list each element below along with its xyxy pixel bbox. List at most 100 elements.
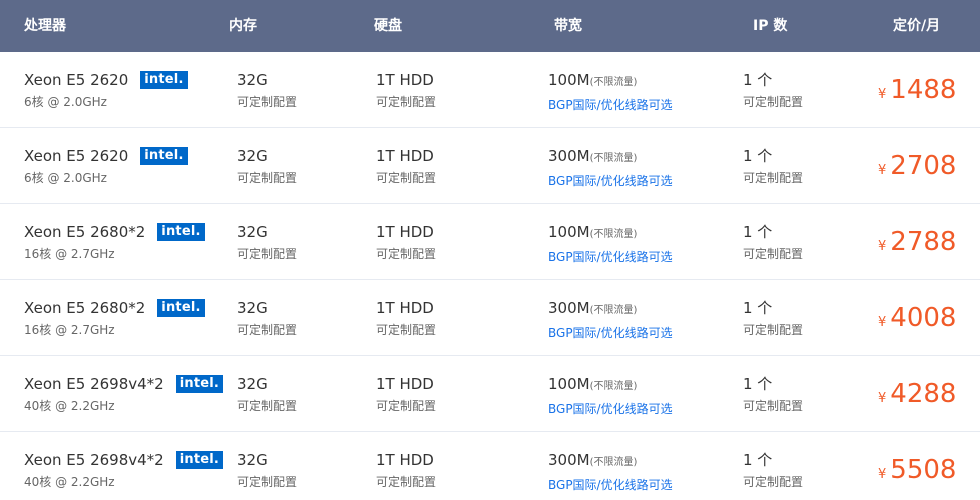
disk-value: 1T HDD (376, 451, 434, 469)
table-header: 处理器 内存 硬盘 带宽 IP 数 定价/月 (0, 0, 980, 52)
table-body: Xeon E5 2620 intel. 6核 @ 2.0GHz 32G 可定制配… (0, 52, 980, 500)
bandwidth-cell: 300M(不限流量) BGP国际/优化线路可选 (548, 450, 673, 494)
ip-value: 1 个 (743, 451, 773, 469)
ip-cell: 1 个 可定制配置 (743, 450, 803, 491)
memory-note: 可定制配置 (237, 475, 298, 489)
currency-symbol: ¥ (878, 315, 887, 330)
currency-symbol: ¥ (878, 239, 887, 254)
server-pricing-table: 处理器 内存 硬盘 带宽 IP 数 定价/月 Xeon E5 2620 inte… (0, 0, 980, 500)
price-cell: ¥ 1488 (878, 72, 956, 108)
cpu-cell: Xeon E5 2698v4*2 intel. 40核 @ 2.2GHz (24, 374, 224, 415)
cpu-model: Xeon E5 2620 (24, 147, 129, 165)
ip-value: 1 个 (743, 375, 773, 393)
disk-note: 可定制配置 (376, 323, 437, 337)
cpu-model: Xeon E5 2620 (24, 71, 129, 89)
header-disk: 硬盘 (374, 18, 402, 34)
bandwidth-value: 300M (548, 299, 590, 317)
disk-value: 1T HDD (376, 147, 434, 165)
memory-note: 可定制配置 (237, 399, 298, 413)
bandwidth-option-link[interactable]: BGP国际/优化线路可选 (548, 96, 673, 114)
bandwidth-option-link[interactable]: BGP国际/优化线路可选 (548, 400, 673, 418)
price-cell: ¥ 2788 (878, 224, 956, 260)
currency-symbol: ¥ (878, 391, 887, 406)
ip-cell: 1 个 可定制配置 (743, 298, 803, 339)
bandwidth-option-link[interactable]: BGP国际/优化线路可选 (548, 476, 673, 494)
intel-logo-icon: intel. (157, 299, 205, 317)
memory-cell: 32G 可定制配置 (237, 222, 297, 263)
memory-note: 可定制配置 (237, 95, 298, 109)
header-bandwidth: 带宽 (554, 18, 582, 34)
bandwidth-value: 100M (548, 223, 590, 241)
intel-logo-icon: intel. (157, 223, 205, 241)
bandwidth-option-link[interactable]: BGP国际/优化线路可选 (548, 172, 673, 190)
disk-note: 可定制配置 (376, 95, 437, 109)
memory-value: 32G (237, 299, 268, 317)
table-row[interactable]: Xeon E5 2680*2 intel. 16核 @ 2.7GHz 32G 可… (0, 204, 980, 280)
bandwidth-note: (不限流量) (589, 457, 638, 468)
bandwidth-note: (不限流量) (589, 153, 638, 164)
intel-logo-icon: intel. (140, 71, 188, 89)
cpu-cell: Xeon E5 2680*2 intel. 16核 @ 2.7GHz (24, 298, 205, 339)
cpu-cores: 40核 @ 2.2GHz (24, 475, 115, 489)
table-row[interactable]: Xeon E5 2620 intel. 6核 @ 2.0GHz 32G 可定制配… (0, 128, 980, 204)
bandwidth-value: 300M (548, 147, 590, 165)
table-row[interactable]: Xeon E5 2680*2 intel. 16核 @ 2.7GHz 32G 可… (0, 280, 980, 356)
bandwidth-cell: 300M(不限流量) BGP国际/优化线路可选 (548, 298, 673, 342)
bandwidth-value: 100M (548, 375, 590, 393)
ip-cell: 1 个 可定制配置 (743, 146, 803, 187)
ip-note: 可定制配置 (743, 247, 804, 261)
bandwidth-option-link[interactable]: BGP国际/优化线路可选 (548, 324, 673, 342)
cpu-cores: 16核 @ 2.7GHz (24, 247, 115, 261)
price-value: 4008 (890, 303, 957, 333)
price-value: 1488 (890, 75, 957, 105)
cpu-cell: Xeon E5 2620 intel. 6核 @ 2.0GHz (24, 146, 188, 187)
ip-note: 可定制配置 (743, 95, 804, 109)
bandwidth-note: (不限流量) (589, 77, 638, 88)
bandwidth-note: (不限流量) (589, 305, 638, 316)
header-cpu: 处理器 (24, 18, 66, 34)
memory-value: 32G (237, 451, 268, 469)
bandwidth-cell: 100M(不限流量) BGP国际/优化线路可选 (548, 70, 673, 114)
memory-cell: 32G 可定制配置 (237, 374, 297, 415)
bandwidth-cell: 100M(不限流量) BGP国际/优化线路可选 (548, 374, 673, 418)
currency-symbol: ¥ (878, 163, 887, 178)
table-row[interactable]: Xeon E5 2698v4*2 intel. 40核 @ 2.2GHz 32G… (0, 356, 980, 432)
disk-cell: 1T HDD 可定制配置 (376, 70, 436, 111)
price-value: 5508 (890, 455, 957, 485)
cpu-model: Xeon E5 2680*2 (24, 223, 146, 241)
cpu-model: Xeon E5 2698v4*2 (24, 451, 164, 469)
ip-note: 可定制配置 (743, 323, 804, 337)
table-row[interactable]: Xeon E5 2698v4*2 intel. 40核 @ 2.2GHz 32G… (0, 432, 980, 500)
memory-note: 可定制配置 (237, 323, 298, 337)
header-price: 定价/月 (893, 18, 941, 34)
disk-note: 可定制配置 (376, 475, 437, 489)
ip-cell: 1 个 可定制配置 (743, 70, 803, 111)
bandwidth-note: (不限流量) (589, 381, 638, 392)
price-cell: ¥ 2708 (878, 148, 956, 184)
ip-note: 可定制配置 (743, 171, 804, 185)
price-value: 4288 (890, 379, 957, 409)
header-memory: 内存 (229, 18, 257, 34)
cpu-cores: 6核 @ 2.0GHz (24, 171, 107, 185)
price-value: 2788 (890, 227, 957, 257)
ip-value: 1 个 (743, 71, 773, 89)
disk-value: 1T HDD (376, 375, 434, 393)
disk-value: 1T HDD (376, 223, 434, 241)
bandwidth-cell: 300M(不限流量) BGP国际/优化线路可选 (548, 146, 673, 190)
disk-cell: 1T HDD 可定制配置 (376, 450, 436, 491)
table-row[interactable]: Xeon E5 2620 intel. 6核 @ 2.0GHz 32G 可定制配… (0, 52, 980, 128)
price-value: 2708 (890, 151, 957, 181)
bandwidth-option-link[interactable]: BGP国际/优化线路可选 (548, 248, 673, 266)
disk-cell: 1T HDD 可定制配置 (376, 146, 436, 187)
cpu-cores: 16核 @ 2.7GHz (24, 323, 115, 337)
price-cell: ¥ 4008 (878, 300, 956, 336)
intel-logo-icon: intel. (175, 375, 224, 393)
bandwidth-value: 100M (548, 71, 590, 89)
ip-value: 1 个 (743, 223, 773, 241)
memory-cell: 32G 可定制配置 (237, 450, 297, 491)
memory-value: 32G (237, 71, 268, 89)
disk-cell: 1T HDD 可定制配置 (376, 222, 436, 263)
memory-cell: 32G 可定制配置 (237, 146, 297, 187)
ip-note: 可定制配置 (743, 475, 804, 489)
cpu-cell: Xeon E5 2698v4*2 intel. 40核 @ 2.2GHz (24, 450, 224, 491)
